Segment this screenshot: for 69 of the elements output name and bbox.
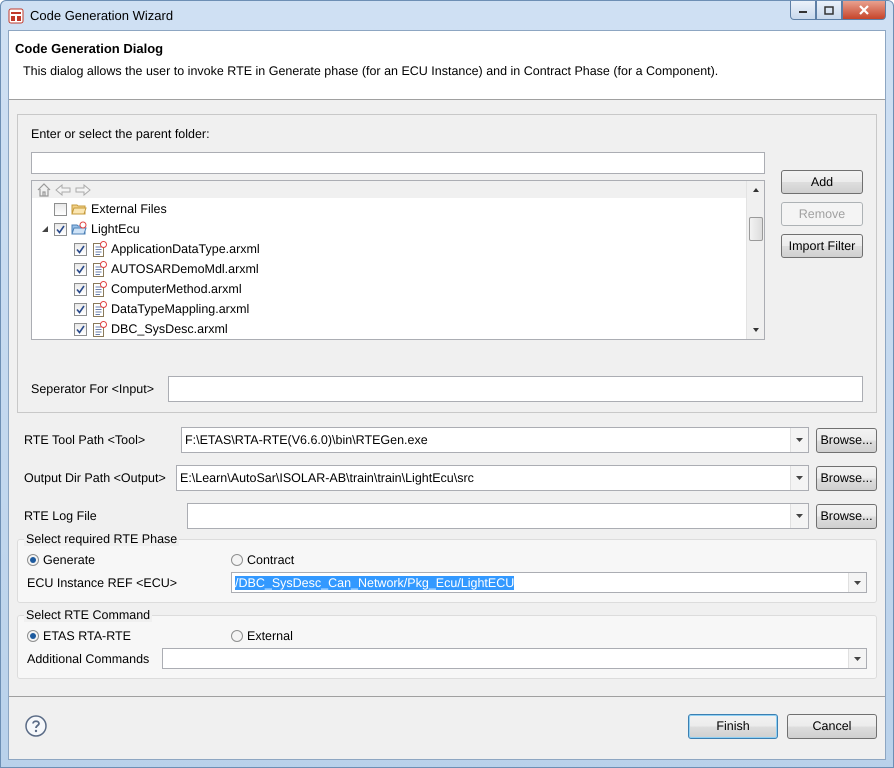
checkbox[interactable] [74,282,87,296]
checkbox[interactable] [74,302,87,316]
folder-label: Enter or select the parent folder: [31,127,211,141]
add-button[interactable]: Add [781,170,863,194]
tree-item[interactable]: ComputerMethod.arxml [32,279,746,299]
import-filter-button[interactable]: Import Filter [781,234,863,258]
browse-button[interactable]: Browse... [816,466,877,490]
dropdown-caret-icon[interactable] [796,476,803,480]
maximize-icon [824,6,834,14]
scroll-down-icon[interactable] [752,327,760,333]
log-file-label: RTE Log File [24,509,98,523]
app-icon [8,8,24,24]
tree-item[interactable]: External Files [32,199,746,219]
help-icon[interactable] [25,715,47,737]
group-title: Select required RTE Phase [24,532,180,546]
dropdown-caret-icon[interactable] [854,580,861,584]
separator-label: Seperator For <Input> [31,382,154,396]
checkbox[interactable] [74,262,87,276]
path-combo[interactable]: E:\Learn\AutoSar\ISOLAR-AB\train\train\LightEcu\src [176,465,809,491]
checkbox[interactable] [54,202,67,216]
file-icon [91,321,107,337]
dialog-title: Code Generation Dialog [15,41,164,56]
browse-button[interactable]: Browse... [816,428,877,452]
radio-button[interactable] [27,630,39,642]
close-icon [858,5,870,15]
dialog-description: This dialog allows the user to invoke RTE in Generate phase (for an ECU Instance) and in Contract Phase (for a Component). [23,64,720,78]
tool-path-label: RTE Tool Path <Tool> [24,433,146,447]
field-combo[interactable] [162,648,867,669]
path-combo[interactable]: F:\ETAS\RTA-RTE(V6.6.0)\bin\RTEGen.exe [181,427,809,453]
tree-item[interactable]: ApplicationDataType.arxml [32,239,746,259]
scrollbar[interactable] [746,181,764,339]
window-title: Code Generation Wizard [30,8,174,23]
dropdown-caret-icon[interactable] [796,514,803,518]
checkbox[interactable] [54,222,67,236]
field-label: ECU Instance REF <ECU> [27,576,178,590]
radio-label: External [247,629,293,643]
dropdown-caret-icon[interactable] [796,438,803,442]
output-dir-label: Output Dir Path <Output> [24,471,167,485]
close-button[interactable] [842,1,886,20]
cancel-button[interactable]: Cancel [787,714,877,738]
browse-button[interactable]: Browse... [816,504,877,528]
file-icon [91,281,107,297]
folder-input[interactable] [31,152,765,174]
group-title: Select RTE Command [24,608,152,622]
radio-label: ETAS RTA-RTE [43,629,131,643]
tree-item[interactable]: LightEcu [32,219,746,239]
expand-arrow-icon[interactable] [40,224,50,234]
tree-item[interactable]: DataTypeMappling.arxml [32,299,746,319]
file-icon [91,241,107,257]
scroll-thumb[interactable] [748,217,762,241]
file-icon [91,301,107,317]
dropdown-caret-icon[interactable] [854,656,861,660]
finish-button[interactable]: Finish [688,714,778,738]
tree-item[interactable]: DBC_SysDesc.arxml [32,319,746,339]
file-icon [91,261,107,277]
scroll-up-icon[interactable] [752,187,760,193]
radio-button[interactable] [27,554,39,566]
radio-label: Contract [247,553,294,567]
tree-item[interactable]: AUTOSARDemoMdl.arxml [32,259,746,279]
checkbox[interactable] [74,322,87,336]
radio-label: Generate [43,553,96,567]
field-label: Additional Commands [27,652,150,666]
maximize-button[interactable] [816,1,842,20]
checkbox[interactable] [74,242,87,256]
project-folder-icon [71,221,87,237]
radio-button[interactable] [231,630,243,642]
minimize-button[interactable] [790,1,816,20]
radio-button[interactable] [231,554,243,566]
separator-input[interactable] [168,376,863,402]
